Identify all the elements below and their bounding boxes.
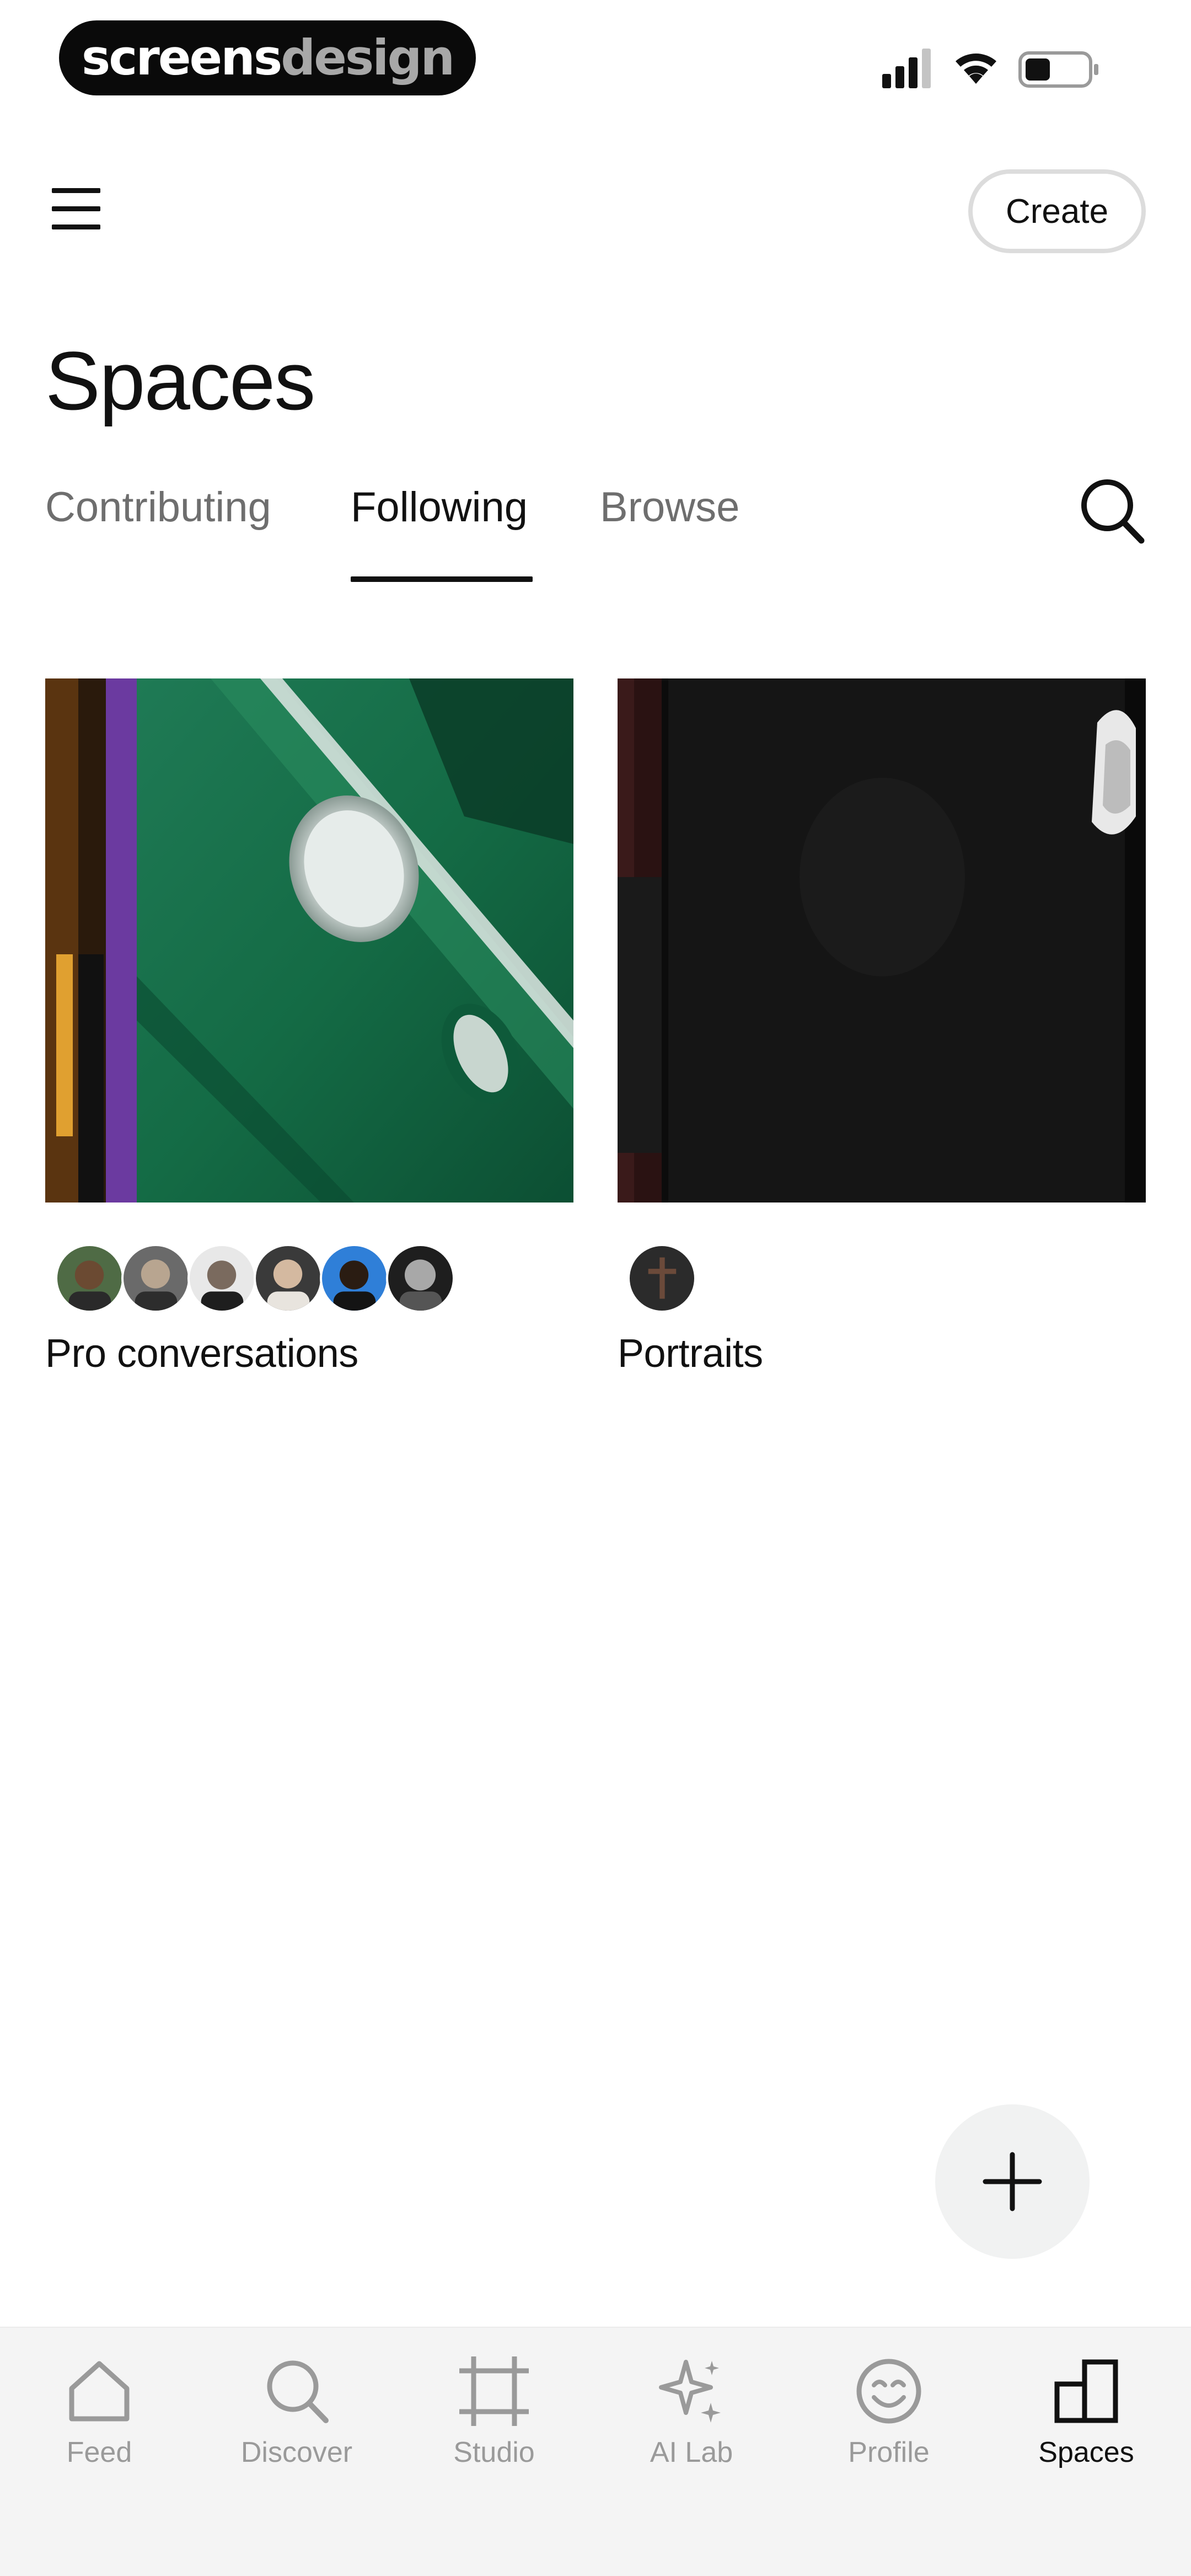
home-icon	[69, 2361, 130, 2422]
space-card[interactable]: Portraits	[618, 678, 1146, 1376]
nav-item-studio[interactable]: Studio	[411, 2350, 577, 2493]
avatar[interactable]	[386, 1244, 455, 1313]
sparkles-icon	[659, 2360, 721, 2423]
search-icon	[267, 2360, 329, 2423]
brand-text-design: design	[281, 29, 455, 86]
active-tab-indicator	[351, 576, 533, 582]
avatar[interactable]	[187, 1244, 256, 1313]
nav-label: Feed	[66, 2436, 132, 2468]
brand-text-screens: screens	[81, 29, 282, 86]
avatar[interactable]	[254, 1244, 323, 1313]
nav-label: AI Lab	[650, 2436, 733, 2468]
space-cover-image[interactable]	[618, 678, 1146, 1203]
avatar[interactable]	[320, 1244, 389, 1313]
avatar[interactable]	[627, 1244, 696, 1313]
nav-item-discover[interactable]: Discover	[214, 2350, 379, 2493]
cellular-signal-icon	[882, 49, 931, 88]
avatar[interactable]	[55, 1244, 124, 1313]
member-avatars	[618, 1244, 1146, 1327]
space-card[interactable]: Pro conversations	[45, 678, 573, 1376]
nav-label: Profile	[848, 2436, 930, 2468]
battery-icon	[1018, 51, 1098, 88]
nav-item-spaces[interactable]: Spaces	[1004, 2350, 1169, 2493]
member-avatars	[45, 1244, 573, 1327]
nav-label: Spaces	[1038, 2436, 1134, 2468]
spaces-screen: screens design Create Spaces Contributin…	[0, 0, 1191, 2576]
spaces-blocks-icon	[1054, 2359, 1118, 2423]
tab-following[interactable]: Following	[351, 480, 528, 535]
status-icons	[882, 49, 1098, 88]
nav-item-profile[interactable]: Profile	[806, 2350, 972, 2493]
space-title[interactable]: Portraits	[618, 1331, 1146, 1376]
create-button[interactable]: Create	[968, 169, 1146, 253]
smiley-face-icon	[856, 2359, 921, 2424]
crop-frame-icon	[459, 2356, 529, 2426]
hamburger-menu-icon[interactable]	[50, 185, 105, 234]
wifi-icon	[956, 54, 996, 84]
space-title[interactable]: Pro conversations	[45, 1331, 573, 1376]
status-bar: screens design	[0, 0, 1191, 127]
tab-bar: Contributing Following Browse	[0, 474, 1191, 585]
avatar[interactable]	[121, 1244, 190, 1313]
tab-contributing[interactable]: Contributing	[45, 480, 271, 535]
page-title: Spaces	[45, 334, 315, 427]
bottom-navigation: Feed Discover Studio AI Lab Profile Spac…	[0, 2327, 1191, 2576]
nav-label: Studio	[453, 2436, 535, 2468]
nav-item-ai-lab[interactable]: AI Lab	[609, 2350, 774, 2493]
nav-item-feed[interactable]: Feed	[17, 2350, 182, 2493]
nav-label: Discover	[240, 2436, 353, 2468]
add-space-button[interactable]	[935, 2104, 1090, 2259]
space-cover-image[interactable]	[45, 678, 573, 1203]
tab-browse[interactable]: Browse	[600, 480, 739, 535]
plus-icon	[983, 2152, 1042, 2211]
search-icon[interactable]	[1075, 474, 1147, 546]
brand-logo: screens design	[59, 20, 476, 95]
